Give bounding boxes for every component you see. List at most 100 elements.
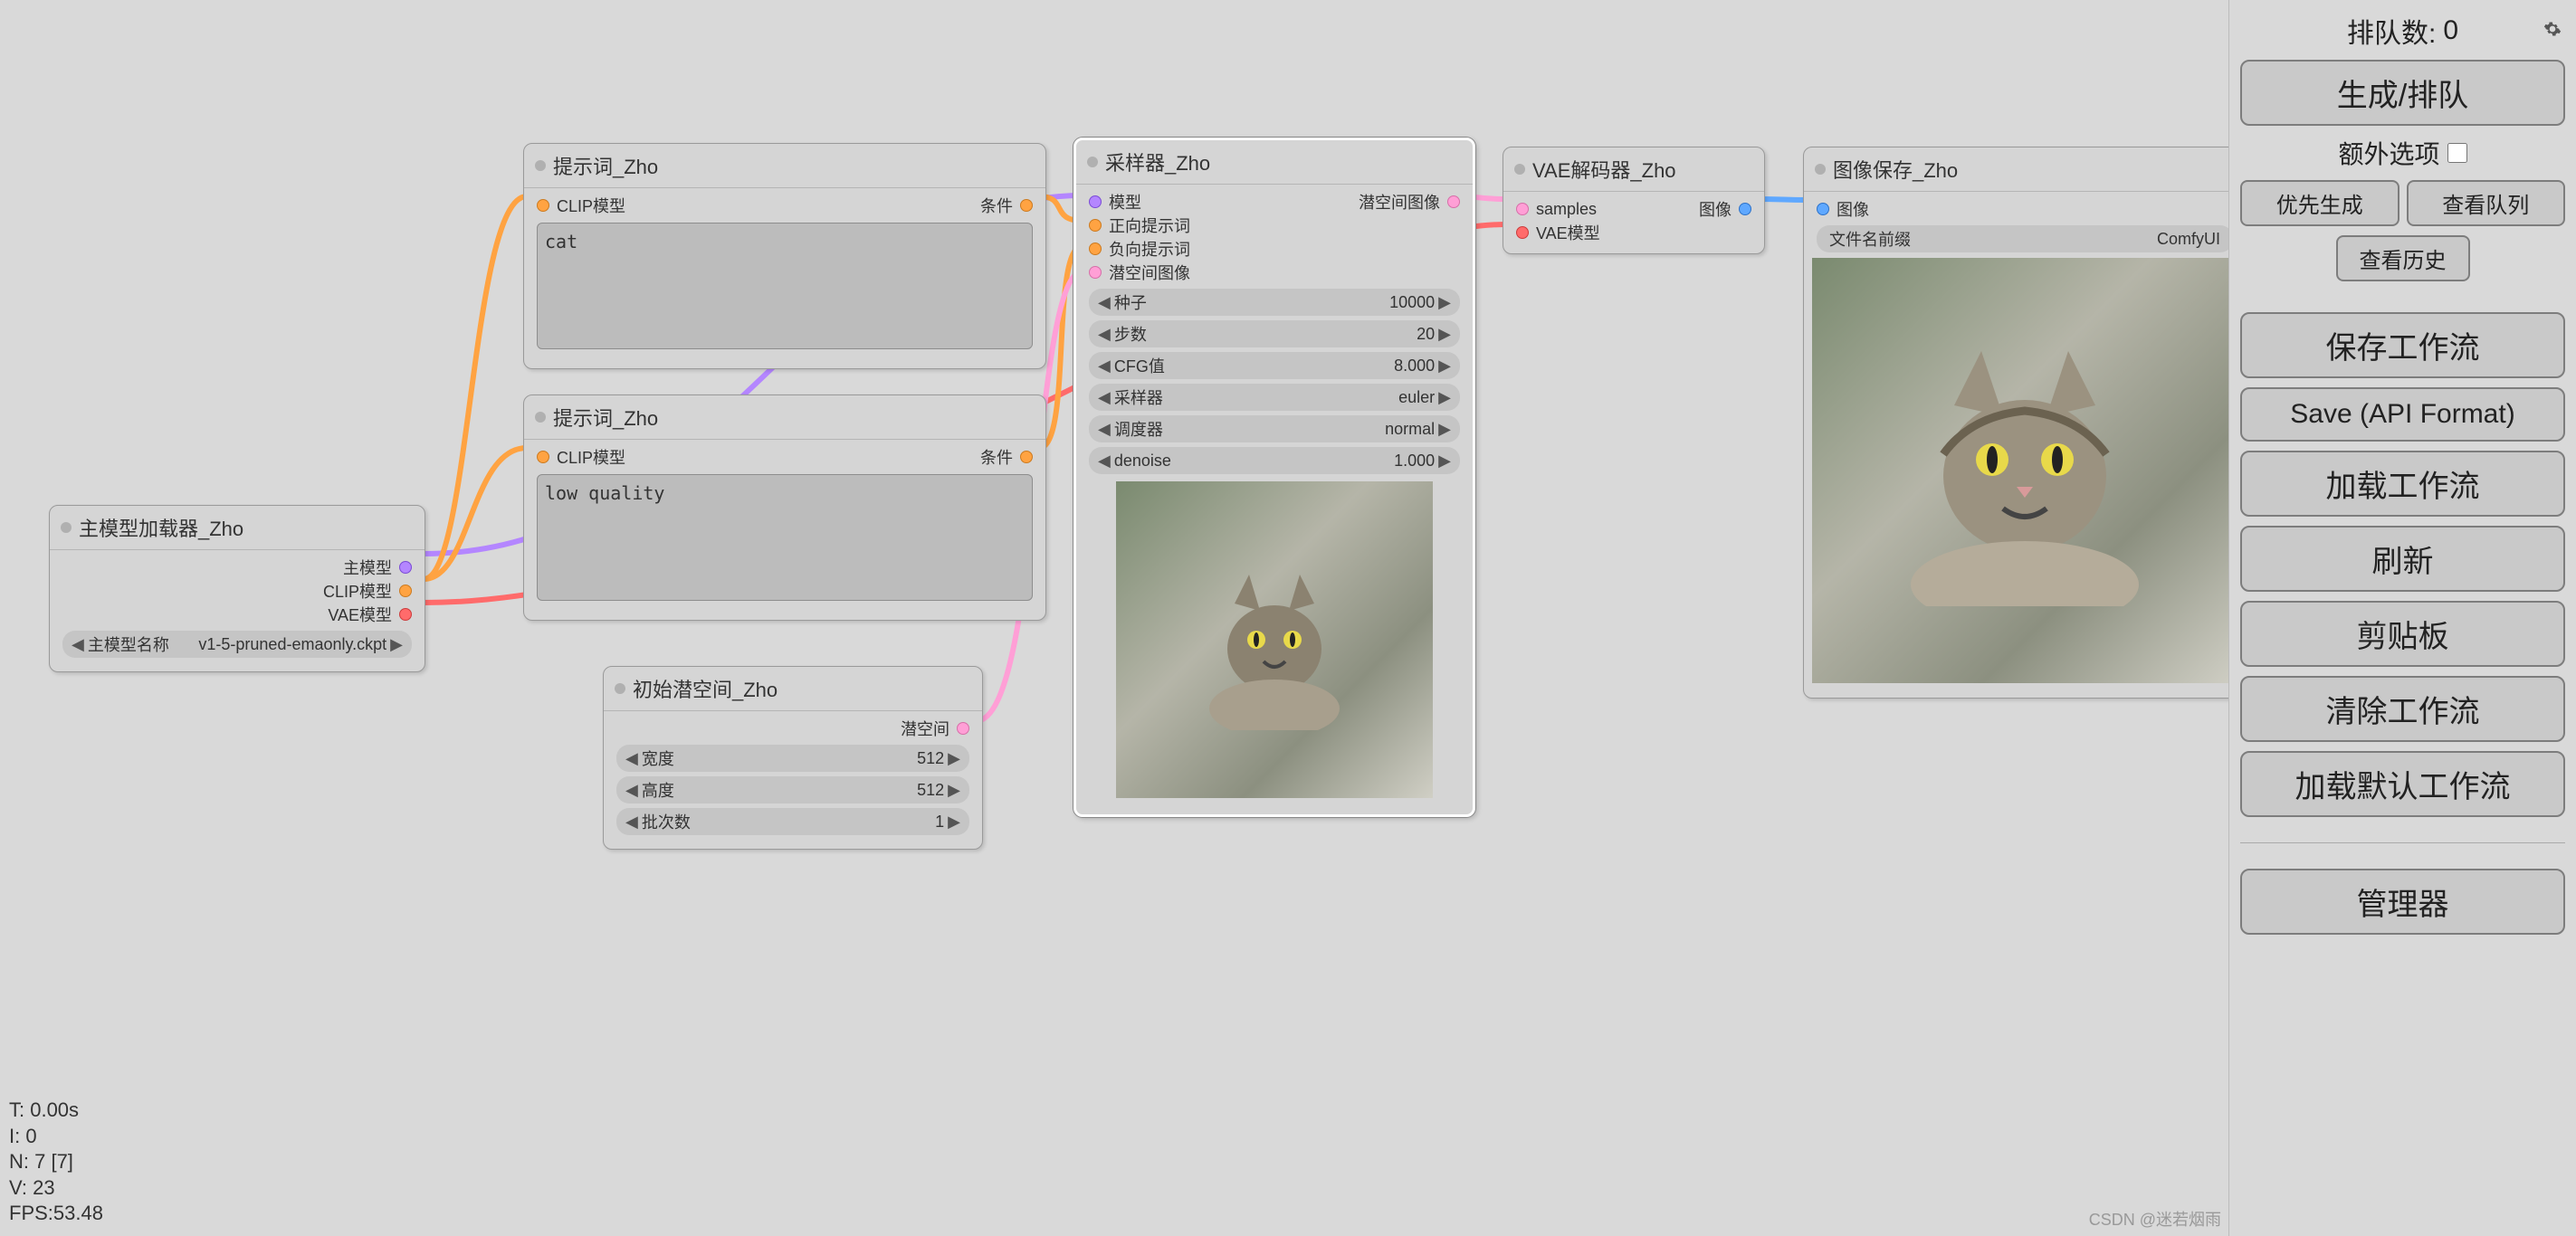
widget-filename-prefix[interactable]: 文件名前缀 ComfyUI xyxy=(1817,225,2233,252)
extra-options-checkbox[interactable] xyxy=(2447,143,2467,163)
node-title: VAE解码器_Zho xyxy=(1503,147,1764,192)
refresh-button[interactable]: 刷新 xyxy=(2240,526,2565,592)
input-port-latent[interactable]: 潜空间图像 xyxy=(1076,261,1346,284)
gear-icon[interactable] xyxy=(2543,14,2562,33)
output-port-latent[interactable]: 潜空间图像 xyxy=(1346,190,1473,214)
collapse-dot-icon[interactable] xyxy=(61,522,72,533)
node-vae-decode[interactable]: VAE解码器_Zho samples VAE模型 图像 xyxy=(1503,147,1765,254)
node-graph-canvas[interactable]: 主模型加载器_Zho 主模型 CLIP模型 VAE模型 ◀ 主模型名称 v1-5… xyxy=(0,0,2482,1236)
control-sidebar: 排队数: 0 生成/排队 额外选项 优先生成 查看队列 查看历史 保存工作流 S… xyxy=(2228,0,2576,1236)
chevron-right-icon[interactable]: ▶ xyxy=(1438,325,1451,344)
port-dot-icon xyxy=(1020,199,1033,212)
input-port-negative[interactable]: 负向提示词 xyxy=(1076,237,1346,261)
input-port-samples[interactable]: samples xyxy=(1503,197,1686,221)
port-dot-icon xyxy=(1739,203,1751,215)
chevron-left-icon[interactable]: ◀ xyxy=(625,749,638,768)
chevron-left-icon[interactable]: ◀ xyxy=(625,781,638,800)
output-port-latent[interactable]: 潜空间 xyxy=(604,717,982,740)
stat-fps: FPS:53.48 xyxy=(9,1201,103,1227)
node-empty-latent[interactable]: 初始潜空间_Zho 潜空间 ◀宽度512▶ ◀高度512▶ ◀批次数1▶ xyxy=(603,666,983,850)
chevron-left-icon[interactable]: ◀ xyxy=(1098,357,1111,376)
node-save-image[interactable]: 图像保存_Zho 图像 文件名前缀 ComfyUI xyxy=(1803,147,2247,699)
chevron-right-icon[interactable]: ▶ xyxy=(1438,357,1451,376)
chevron-left-icon[interactable]: ◀ xyxy=(1098,293,1111,312)
chevron-left-icon[interactable]: ◀ xyxy=(1098,325,1111,344)
port-dot-icon xyxy=(537,451,549,463)
chevron-left-icon[interactable]: ◀ xyxy=(1098,388,1111,407)
widget-steps[interactable]: ◀步数20▶ xyxy=(1089,320,1460,347)
chevron-right-icon[interactable]: ▶ xyxy=(1438,293,1451,312)
chevron-left-icon[interactable]: ◀ xyxy=(1098,452,1111,471)
input-port-clip[interactable]: CLIP模型 xyxy=(524,194,638,217)
chevron-right-icon[interactable]: ▶ xyxy=(948,781,960,800)
prompt-textarea[interactable] xyxy=(537,474,1033,601)
node-prompt-negative[interactable]: 提示词_Zho CLIP模型 条件 xyxy=(523,395,1046,621)
node-title: 图像保存_Zho xyxy=(1804,147,2246,192)
node-checkpoint-loader[interactable]: 主模型加载器_Zho 主模型 CLIP模型 VAE模型 ◀ 主模型名称 v1-5… xyxy=(49,505,425,672)
input-port-vae[interactable]: VAE模型 xyxy=(1503,221,1686,244)
widget-scheduler[interactable]: ◀调度器normal▶ xyxy=(1089,415,1460,442)
chevron-left-icon[interactable]: ◀ xyxy=(625,813,638,832)
title-text: 主模型加载器_Zho xyxy=(79,513,243,542)
output-port-model[interactable]: 主模型 xyxy=(50,556,425,579)
node-title: 采样器_Zho xyxy=(1076,140,1473,185)
chevron-right-icon[interactable]: ▶ xyxy=(948,749,960,768)
widget-denoise[interactable]: ◀denoise1.000▶ xyxy=(1089,447,1460,474)
save-workflow-button[interactable]: 保存工作流 xyxy=(2240,312,2565,378)
input-port-clip[interactable]: CLIP模型 xyxy=(524,445,638,469)
stat-t: T: 0.00s xyxy=(9,1098,103,1124)
chevron-right-icon[interactable]: ▶ xyxy=(1438,388,1451,407)
view-queue-button[interactable]: 查看队列 xyxy=(2407,180,2566,226)
chevron-right-icon[interactable]: ▶ xyxy=(390,635,403,654)
widget-seed[interactable]: ◀种子10000▶ xyxy=(1089,289,1460,316)
widget-sampler[interactable]: ◀采样器euler▶ xyxy=(1089,384,1460,411)
widget-width[interactable]: ◀宽度512▶ xyxy=(616,745,969,772)
port-dot-icon xyxy=(1020,451,1033,463)
output-port-conditioning[interactable]: 条件 xyxy=(968,194,1045,217)
widget-ckpt-name[interactable]: ◀ 主模型名称 v1-5-pruned-emaonly.ckpt ▶ xyxy=(62,631,412,658)
view-history-button[interactable]: 查看历史 xyxy=(2336,235,2470,281)
manager-button[interactable]: 管理器 xyxy=(2240,869,2565,935)
title-text: 提示词_Zho xyxy=(553,403,658,432)
collapse-dot-icon[interactable] xyxy=(535,160,546,171)
load-workflow-button[interactable]: 加载工作流 xyxy=(2240,451,2565,517)
output-port-image[interactable]: 图像 xyxy=(1686,197,1764,221)
stat-v: V: 23 xyxy=(9,1175,103,1202)
collapse-dot-icon[interactable] xyxy=(1087,157,1098,167)
priority-generate-button[interactable]: 优先生成 xyxy=(2240,180,2399,226)
collapse-dot-icon[interactable] xyxy=(615,683,625,694)
title-text: 提示词_Zho xyxy=(553,151,658,180)
extra-options-label: 额外选项 xyxy=(2338,135,2439,171)
port-dot-icon xyxy=(1817,203,1829,215)
generate-button[interactable]: 生成/排队 xyxy=(2240,60,2565,126)
widget-batch[interactable]: ◀批次数1▶ xyxy=(616,808,969,835)
node-ksampler[interactable]: 采样器_Zho 模型 正向提示词 负向提示词 潜空间图像 潜空间图像 ◀种子10… xyxy=(1073,138,1475,817)
input-port-image[interactable]: 图像 xyxy=(1804,197,2246,221)
output-port-clip[interactable]: CLIP模型 xyxy=(50,579,425,603)
port-dot-icon xyxy=(1089,195,1102,208)
watermark: CSDN @迷若烟雨 xyxy=(2089,1207,2221,1231)
prompt-textarea[interactable] xyxy=(537,223,1033,349)
chevron-left-icon[interactable]: ◀ xyxy=(1098,420,1111,439)
chevron-right-icon[interactable]: ▶ xyxy=(1438,452,1451,471)
save-api-button[interactable]: Save (API Format) xyxy=(2240,387,2565,442)
input-port-model[interactable]: 模型 xyxy=(1076,190,1346,214)
collapse-dot-icon[interactable] xyxy=(1514,164,1525,175)
queue-label: 排队数: xyxy=(2347,11,2436,51)
input-port-positive[interactable]: 正向提示词 xyxy=(1076,214,1346,237)
chevron-left-icon[interactable]: ◀ xyxy=(72,635,84,654)
clear-workflow-button[interactable]: 清除工作流 xyxy=(2240,676,2565,742)
divider xyxy=(2240,842,2565,843)
output-port-conditioning[interactable]: 条件 xyxy=(968,445,1045,469)
widget-height[interactable]: ◀高度512▶ xyxy=(616,776,969,803)
clipboard-button[interactable]: 剪贴板 xyxy=(2240,601,2565,667)
output-port-vae[interactable]: VAE模型 xyxy=(50,603,425,626)
queue-size-row: 排队数: 0 xyxy=(2240,11,2565,51)
collapse-dot-icon[interactable] xyxy=(535,412,546,423)
collapse-dot-icon[interactable] xyxy=(1815,164,1826,175)
node-prompt-positive[interactable]: 提示词_Zho CLIP模型 条件 xyxy=(523,143,1046,369)
chevron-right-icon[interactable]: ▶ xyxy=(1438,420,1451,439)
chevron-right-icon[interactable]: ▶ xyxy=(948,813,960,832)
widget-cfg[interactable]: ◀CFG值8.000▶ xyxy=(1089,352,1460,379)
load-default-button[interactable]: 加载默认工作流 xyxy=(2240,751,2565,817)
